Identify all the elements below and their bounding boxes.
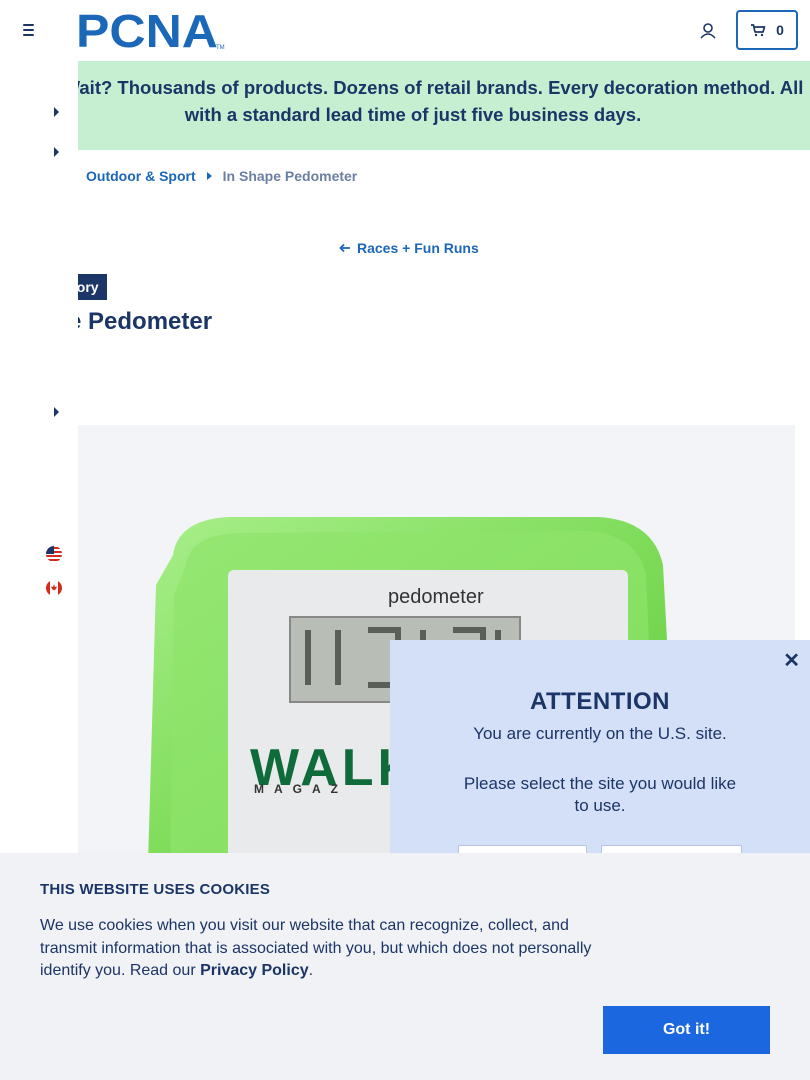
promo-banner: Wait? Thousands of products. Dozens of r… <box>0 61 810 150</box>
page: PCNA TM 0 Wait? Thousands of products. D… <box>0 0 810 1080</box>
arrow-left-icon <box>339 243 350 253</box>
cookie-description: We use cookies when you visit our websit… <box>40 915 600 983</box>
cart-icon <box>751 24 766 37</box>
pedometer-label: pedometer <box>388 586 484 608</box>
accept-cookies-button[interactable]: Got it! <box>603 1006 770 1054</box>
magazine-text: MAGAZ <box>254 782 348 796</box>
hamburger-menu-icon[interactable] <box>18 20 38 40</box>
logo-text: PCNA <box>76 9 218 51</box>
us-flag-icon[interactable] <box>46 546 62 562</box>
left-side-rail <box>0 61 78 853</box>
breadcrumb: Outdoor & Sport In Shape Pedometer <box>86 168 357 184</box>
account-user-icon[interactable] <box>697 20 719 42</box>
rail-expand-arrow-icon[interactable] <box>54 107 59 117</box>
back-link-label: Races + Fun Runs <box>357 240 479 256</box>
privacy-policy-link[interactable]: Privacy Policy <box>200 962 309 979</box>
close-icon[interactable]: ✕ <box>783 648 800 673</box>
canada-flag-icon[interactable] <box>46 580 62 596</box>
cookie-title: THIS WEBSITE USES COOKIES <box>40 881 271 898</box>
back-to-category-link[interactable]: Races + Fun Runs <box>339 240 479 256</box>
promo-banner-text: Wait? Thousands of products. Dozens of r… <box>40 74 810 128</box>
cart-count: 0 <box>776 22 784 38</box>
cookie-consent-banner: THIS WEBSITE USES COOKIES We use cookies… <box>0 853 810 1080</box>
breadcrumb-current: In Shape Pedometer <box>222 168 358 184</box>
cart-button[interactable]: 0 <box>736 10 798 50</box>
rail-expand-arrow-icon[interactable] <box>54 147 59 157</box>
site-header: PCNA TM 0 <box>0 0 810 61</box>
attention-select-site-text: Please select the site you would like to… <box>463 774 737 815</box>
breadcrumb-separator-icon <box>206 172 212 180</box>
cookie-text-end: . <box>308 962 314 979</box>
cookie-body-text: We use cookies when you visit our websit… <box>40 917 592 979</box>
attention-current-site-text: You are currently on the U.S. site. <box>473 724 727 743</box>
attention-title: ATTENTION <box>529 688 671 715</box>
svg-text:TM: TM <box>216 45 225 51</box>
promo-line-2: with a standard lead time of just five b… <box>184 104 642 125</box>
pcna-logo[interactable]: PCNA TM <box>76 9 226 51</box>
breadcrumb-link-outdoor-sport[interactable]: Outdoor & Sport <box>86 168 196 184</box>
rail-expand-arrow-icon[interactable] <box>54 407 59 417</box>
promo-line-1: Wait? Thousands of products. Dozens of r… <box>62 77 804 98</box>
